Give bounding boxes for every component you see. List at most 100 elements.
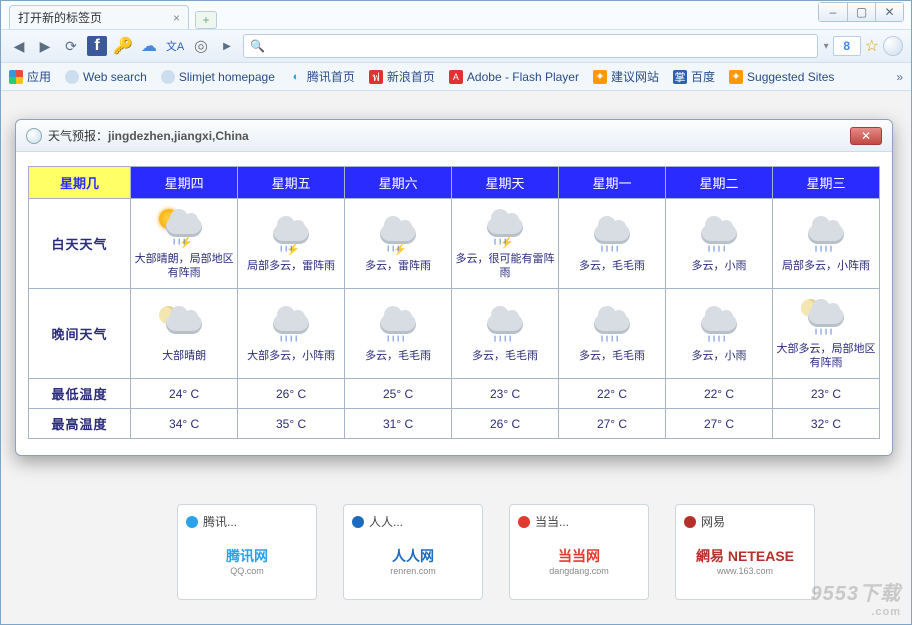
settings-globe-icon[interactable] [883, 36, 903, 56]
weather-location: jingdezhen,jiangxi,China [108, 129, 249, 143]
maximize-button[interactable]: ▢ [847, 3, 875, 21]
site-logo: 腾讯网QQ.com [186, 530, 308, 591]
high-temp-cell: 32° C [773, 409, 880, 439]
row-high-label: 最高温度 [29, 409, 131, 439]
row-low-label: 最低温度 [29, 379, 131, 409]
weather-globe-icon [26, 128, 42, 144]
col-day: 星期二 [666, 167, 773, 199]
bookmarks-overflow-button[interactable]: » [896, 70, 903, 84]
night-weather-cell: ╵╵╵╵大部多云，局部地区有阵雨 [773, 289, 880, 379]
row-night-label: 晚间天气 [29, 289, 131, 379]
weather-dialog-header: 天气预报： jingdezhen,jiangxi,China ✕ [16, 120, 892, 152]
weather-close-button[interactable]: ✕ [850, 127, 882, 145]
bookmark-item[interactable]: ✦建议网站 [593, 68, 659, 85]
bookmark-item[interactable]: AAdobe - Flash Player [449, 70, 579, 84]
low-temp-cell: 25° C [345, 379, 452, 409]
bookmark-item[interactable]: ฟ新浪首页 [369, 68, 435, 85]
weather-title-prefix: 天气预报： [48, 127, 108, 144]
toolbar: ◀ ▶ ⟳ f 🔑 ☁ 文A ◎ ▶ 🔍 ▾ 8 ☆ [1, 29, 911, 63]
window-controls: – ▢ ✕ [818, 2, 904, 22]
weather-sun-storm-icon: ⚡╵╵╵ [161, 211, 207, 247]
site-label: 当当... [535, 513, 569, 530]
tabstrip: 打开新的标签页 × + [1, 1, 911, 29]
day-weather-cell: ⚡╵╵╵局部多云，雷阵雨 [238, 199, 345, 289]
high-temp-cell: 34° C [131, 409, 238, 439]
site-favicon [352, 516, 364, 528]
day-weather-cell: ⚡╵╵╵大部晴朗，局部地区有阵雨 [131, 199, 238, 289]
watermark: 9553下载.com [811, 577, 902, 618]
google-search-button[interactable]: 8 [833, 36, 861, 56]
bookmark-item[interactable]: ✦Suggested Sites [729, 70, 834, 84]
bookmark-item[interactable]: 掌百度 [673, 68, 715, 85]
suggest2-icon: ✦ [729, 70, 743, 84]
bookmark-item[interactable]: ◐腾讯首页 [289, 68, 355, 85]
low-temp-cell: 26° C [238, 379, 345, 409]
col-day: 星期五 [238, 167, 345, 199]
night-weather-cell: ╵╵╵╵大部多云，小阵雨 [238, 289, 345, 379]
weather-rain-icon: ╵╵╵╵ [375, 308, 421, 344]
high-temp-cell: 31° C [345, 409, 452, 439]
site-tile[interactable]: 人人...人人网renren.com [343, 504, 483, 600]
tab-newtab[interactable]: 打开新的标签页 × [9, 5, 189, 29]
col-day: 星期天 [452, 167, 559, 199]
globe-icon [65, 70, 79, 84]
facebook-icon[interactable]: f [87, 36, 107, 56]
weather-rain-icon: ╵╵╵╵ [589, 218, 635, 254]
bookmark-item[interactable]: Web search [65, 70, 147, 84]
browser-window: – ▢ ✕ 打开新的标签页 × + ◀ ▶ ⟳ f 🔑 ☁ 文A ◎ ▶ 🔍 ▾… [0, 0, 912, 625]
forward-button[interactable]: ▶ [35, 36, 55, 56]
tab-title: 打开新的标签页 [18, 9, 102, 26]
low-temp-cell: 24° C [131, 379, 238, 409]
weather-dialog: 天气预报： jingdezhen,jiangxi,China ✕ 星期几 星期四… [15, 119, 893, 456]
search-dropdown-icon[interactable]: ▾ [824, 41, 829, 52]
weather-rain-icon: ╵╵╵╵ [482, 308, 528, 344]
star-icon[interactable]: ☆ [865, 36, 879, 56]
key-icon[interactable]: 🔑 [113, 36, 133, 56]
site-label: 人人... [369, 513, 403, 530]
bookmarks-bar: 应用 Web search Slimjet homepage ◐腾讯首页 ฟ新浪… [1, 63, 911, 91]
col-dow: 星期几 [29, 167, 131, 199]
night-weather-cell: 大部晴朗 [131, 289, 238, 379]
back-button[interactable]: ◀ [9, 36, 29, 56]
site-label: 腾讯... [203, 513, 237, 530]
col-day: 星期三 [773, 167, 880, 199]
dropdown-icon[interactable]: ▶ [217, 36, 237, 56]
day-weather-cell: ⚡╵╵╵多云，很可能有雷阵雨 [452, 199, 559, 289]
apps-label: 应用 [27, 68, 51, 85]
site-tile[interactable]: 腾讯...腾讯网QQ.com [177, 504, 317, 600]
day-weather-cell: ╵╵╵╵多云，小雨 [666, 199, 773, 289]
address-bar[interactable]: 🔍 [243, 34, 818, 58]
target-icon[interactable]: ◎ [191, 36, 211, 56]
weather-icon[interactable]: ☁ [139, 36, 159, 56]
reload-button[interactable]: ⟳ [61, 36, 81, 56]
baidu-icon: 掌 [673, 70, 687, 84]
site-favicon [186, 516, 198, 528]
site-logo: 当当网dangdang.com [518, 530, 640, 591]
weather-moon-rain-icon: ╵╵╵╵ [803, 301, 849, 337]
search-engine-group: ▾ 8 ☆ [824, 36, 903, 56]
night-weather-cell: ╵╵╵╵多云，小雨 [666, 289, 773, 379]
window-close-button[interactable]: ✕ [875, 3, 903, 21]
minimize-button[interactable]: – [819, 3, 847, 21]
night-weather-cell: ╵╵╵╵多云，毛毛雨 [452, 289, 559, 379]
site-logo: 人人网renren.com [352, 530, 474, 591]
site-favicon [684, 516, 696, 528]
weather-storm-icon: ⚡╵╵╵ [268, 218, 314, 254]
site-tile[interactable]: 网易網易 NETEASEwww.163.com [675, 504, 815, 600]
weather-rain-icon: ╵╵╵╵ [803, 218, 849, 254]
translate-icon[interactable]: 文A [165, 36, 185, 56]
search-icon: 🔍 [250, 39, 265, 53]
weather-moon-icon [161, 308, 207, 344]
col-day: 星期六 [345, 167, 452, 199]
site-tile[interactable]: 当当...当当网dangdang.com [509, 504, 649, 600]
new-tab-button[interactable]: + [195, 11, 217, 29]
high-temp-cell: 26° C [452, 409, 559, 439]
bookmark-item[interactable]: Slimjet homepage [161, 70, 275, 84]
weather-rain-icon: ╵╵╵╵ [268, 308, 314, 344]
sina-icon: ฟ [369, 70, 383, 84]
low-temp-cell: 23° C [773, 379, 880, 409]
weather-storm-icon: ⚡╵╵╵ [482, 211, 528, 247]
apps-button[interactable]: 应用 [9, 68, 51, 85]
col-day: 星期一 [559, 167, 666, 199]
tab-close-icon[interactable]: × [173, 11, 180, 25]
